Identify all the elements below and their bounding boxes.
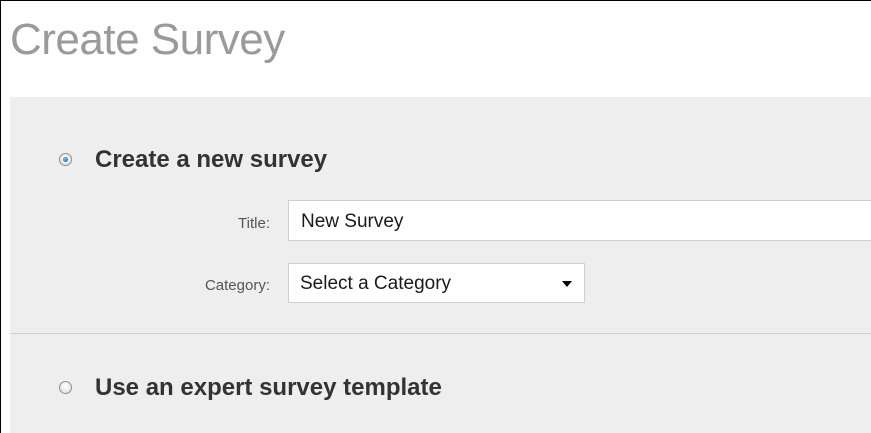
category-field-label: Category: <box>204 277 270 294</box>
page-title: Create Survey <box>10 15 285 64</box>
section-divider <box>10 333 871 334</box>
title-input[interactable]: New Survey <box>288 200 871 241</box>
title-field-label: Title: <box>238 215 270 232</box>
option-label-use-expert-template[interactable]: Use an expert survey template <box>95 373 442 403</box>
radio-create-new-survey[interactable] <box>59 153 72 166</box>
category-select[interactable]: Select a Category <box>288 263 585 303</box>
category-select-value: Select a Category <box>300 273 452 294</box>
chevron-down-icon <box>562 281 572 287</box>
radio-use-expert-template[interactable] <box>59 381 72 394</box>
option-label-create-new-survey[interactable]: Create a new survey <box>95 145 327 175</box>
